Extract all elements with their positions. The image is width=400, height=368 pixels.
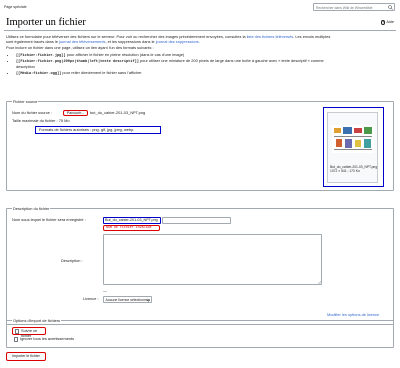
source-legend: Fichier source	[12, 98, 39, 105]
source-file-label: Nom du fichier source :	[12, 110, 53, 115]
uploaded-files-link[interactable]: liste des fichiers téléversés	[247, 34, 294, 39]
list-item: [[Média:fichier.ogg]] pour relier direct…	[16, 69, 392, 76]
main-content: Importer un fichier ? Aide Utilisez ce fo…	[4, 14, 396, 366]
upload-file-button[interactable]: Importer le fichier	[6, 352, 46, 361]
list-item-text: pour relier directement le fichier sans …	[61, 69, 142, 75]
filename-error: Nom de fichier invalide	[103, 225, 160, 231]
chevron-down-icon[interactable]	[146, 299, 150, 302]
license-label: Licence :	[83, 296, 99, 301]
separator: —	[103, 288, 107, 293]
list-item-text: pour utiliser une miniature de 200 pixel…	[138, 58, 324, 64]
search-icon[interactable]	[387, 5, 393, 10]
options-fieldset: Options d'import de fichiers Suivre ce f…	[6, 317, 394, 348]
title-divider	[4, 30, 396, 31]
browse-button[interactable]: Parcourir...	[63, 109, 88, 116]
ignore-warnings-checkbox[interactable]	[13, 337, 18, 342]
thumbnail-image	[332, 125, 374, 153]
thumbnail-preview: But_du_cahier-201-03_NPT.png 1072 × 541 …	[323, 107, 384, 187]
list-item: [[Fichier:fichier.jpg]] pour afficher le…	[16, 51, 392, 58]
chosen-file-name: but_du_cahier-201-03_NPT.png	[90, 110, 146, 115]
allowed-formats-text: Formats de fichiers autorisés : png, gif…	[35, 126, 161, 134]
help-link[interactable]: ? Aide	[380, 20, 394, 25]
intro-text-part: .	[198, 38, 200, 44]
top-bar: Page spéciale Rechercher dans Wiki de Wi…	[0, 0, 400, 14]
license-selected-value: Aucune licence sélectionnée	[105, 298, 150, 302]
format-list: [[Fichier:fichier.jpg]] pour afficher le…	[6, 51, 392, 77]
code-sample: [[Média:fichier.ogg]]	[16, 71, 62, 76]
search-input[interactable]: Rechercher dans Wiki de Wincredible	[316, 6, 373, 10]
ignore-warnings-label: Ignorer tous les avertissements	[20, 336, 75, 341]
destination-filename-field[interactable]	[162, 216, 231, 224]
description-fieldset: Description du fichier Nom sous lequel l…	[6, 205, 394, 325]
watch-checkbox[interactable]	[14, 329, 19, 334]
list-item: [[Fichier:fichier.png|200px|thumb|left|t…	[16, 58, 392, 69]
license-select[interactable]: Aucune licence sélectionnée	[103, 295, 152, 303]
source-fieldset: Fichier source Nom du fichier source : P…	[6, 98, 394, 191]
intro-formats-text: Pour inclure un fichier dans une page, u…	[6, 45, 154, 51]
search-box[interactable]: Rechercher dans Wiki de Wincredible	[313, 3, 395, 11]
max-size-text: Taille maximale du fichier : 75 Mo	[12, 118, 70, 123]
help-icon: ?	[380, 20, 386, 25]
list-item-text: pour afficher le fichier en pleine résol…	[65, 51, 185, 57]
upload-log-link[interactable]: journal des téléversements	[59, 39, 106, 44]
intro-text-part: sont également tracés dans le	[6, 38, 59, 44]
license-options-link[interactable]: Modifier les options de licence	[327, 312, 379, 318]
code-sample: [[Fichier:fichier.jpg]]	[16, 53, 66, 58]
resize-handle-icon[interactable]	[317, 280, 321, 284]
description-legend: Description du fichier	[12, 205, 51, 212]
list-item-text: description	[16, 63, 35, 69]
help-label[interactable]: Aide	[386, 20, 394, 24]
intro-text-part: . Les envois multiples	[293, 34, 331, 39]
destination-label: Nom sous lequel le fichier sera enregist…	[12, 217, 86, 222]
description-textarea[interactable]	[103, 234, 322, 285]
description-label: Description :	[61, 258, 83, 263]
options-legend: Options d'import de fichiers	[12, 317, 62, 324]
intro-paragraph: Utilisez ce formulaire pour téléverser d…	[6, 34, 392, 45]
watch-file-option[interactable]: Suivre ce fichier	[12, 327, 46, 338]
intro-text-part: , et les suppressions dans le	[105, 38, 156, 44]
special-page-label: Page spéciale	[4, 5, 27, 9]
thumbnail-frame: But_du_cahier-201-03_NPT.png 1072 × 541 …	[327, 112, 378, 183]
page-title: Importer un fichier	[6, 17, 86, 28]
thumbnail-caption: But_du_cahier-201-03_NPT.png 1072 × 541 …	[330, 165, 380, 174]
thumbnail-dimensions: 1072 × 541 ; 170 Ko	[330, 169, 360, 174]
destination-filename-input[interactable]: But_du_cahier-201-03_NPT.png	[103, 216, 161, 224]
deletion-log-link[interactable]: journal des suppressions	[156, 39, 199, 44]
intro-text: Utilisez ce formulaire pour téléverser d…	[6, 34, 392, 78]
